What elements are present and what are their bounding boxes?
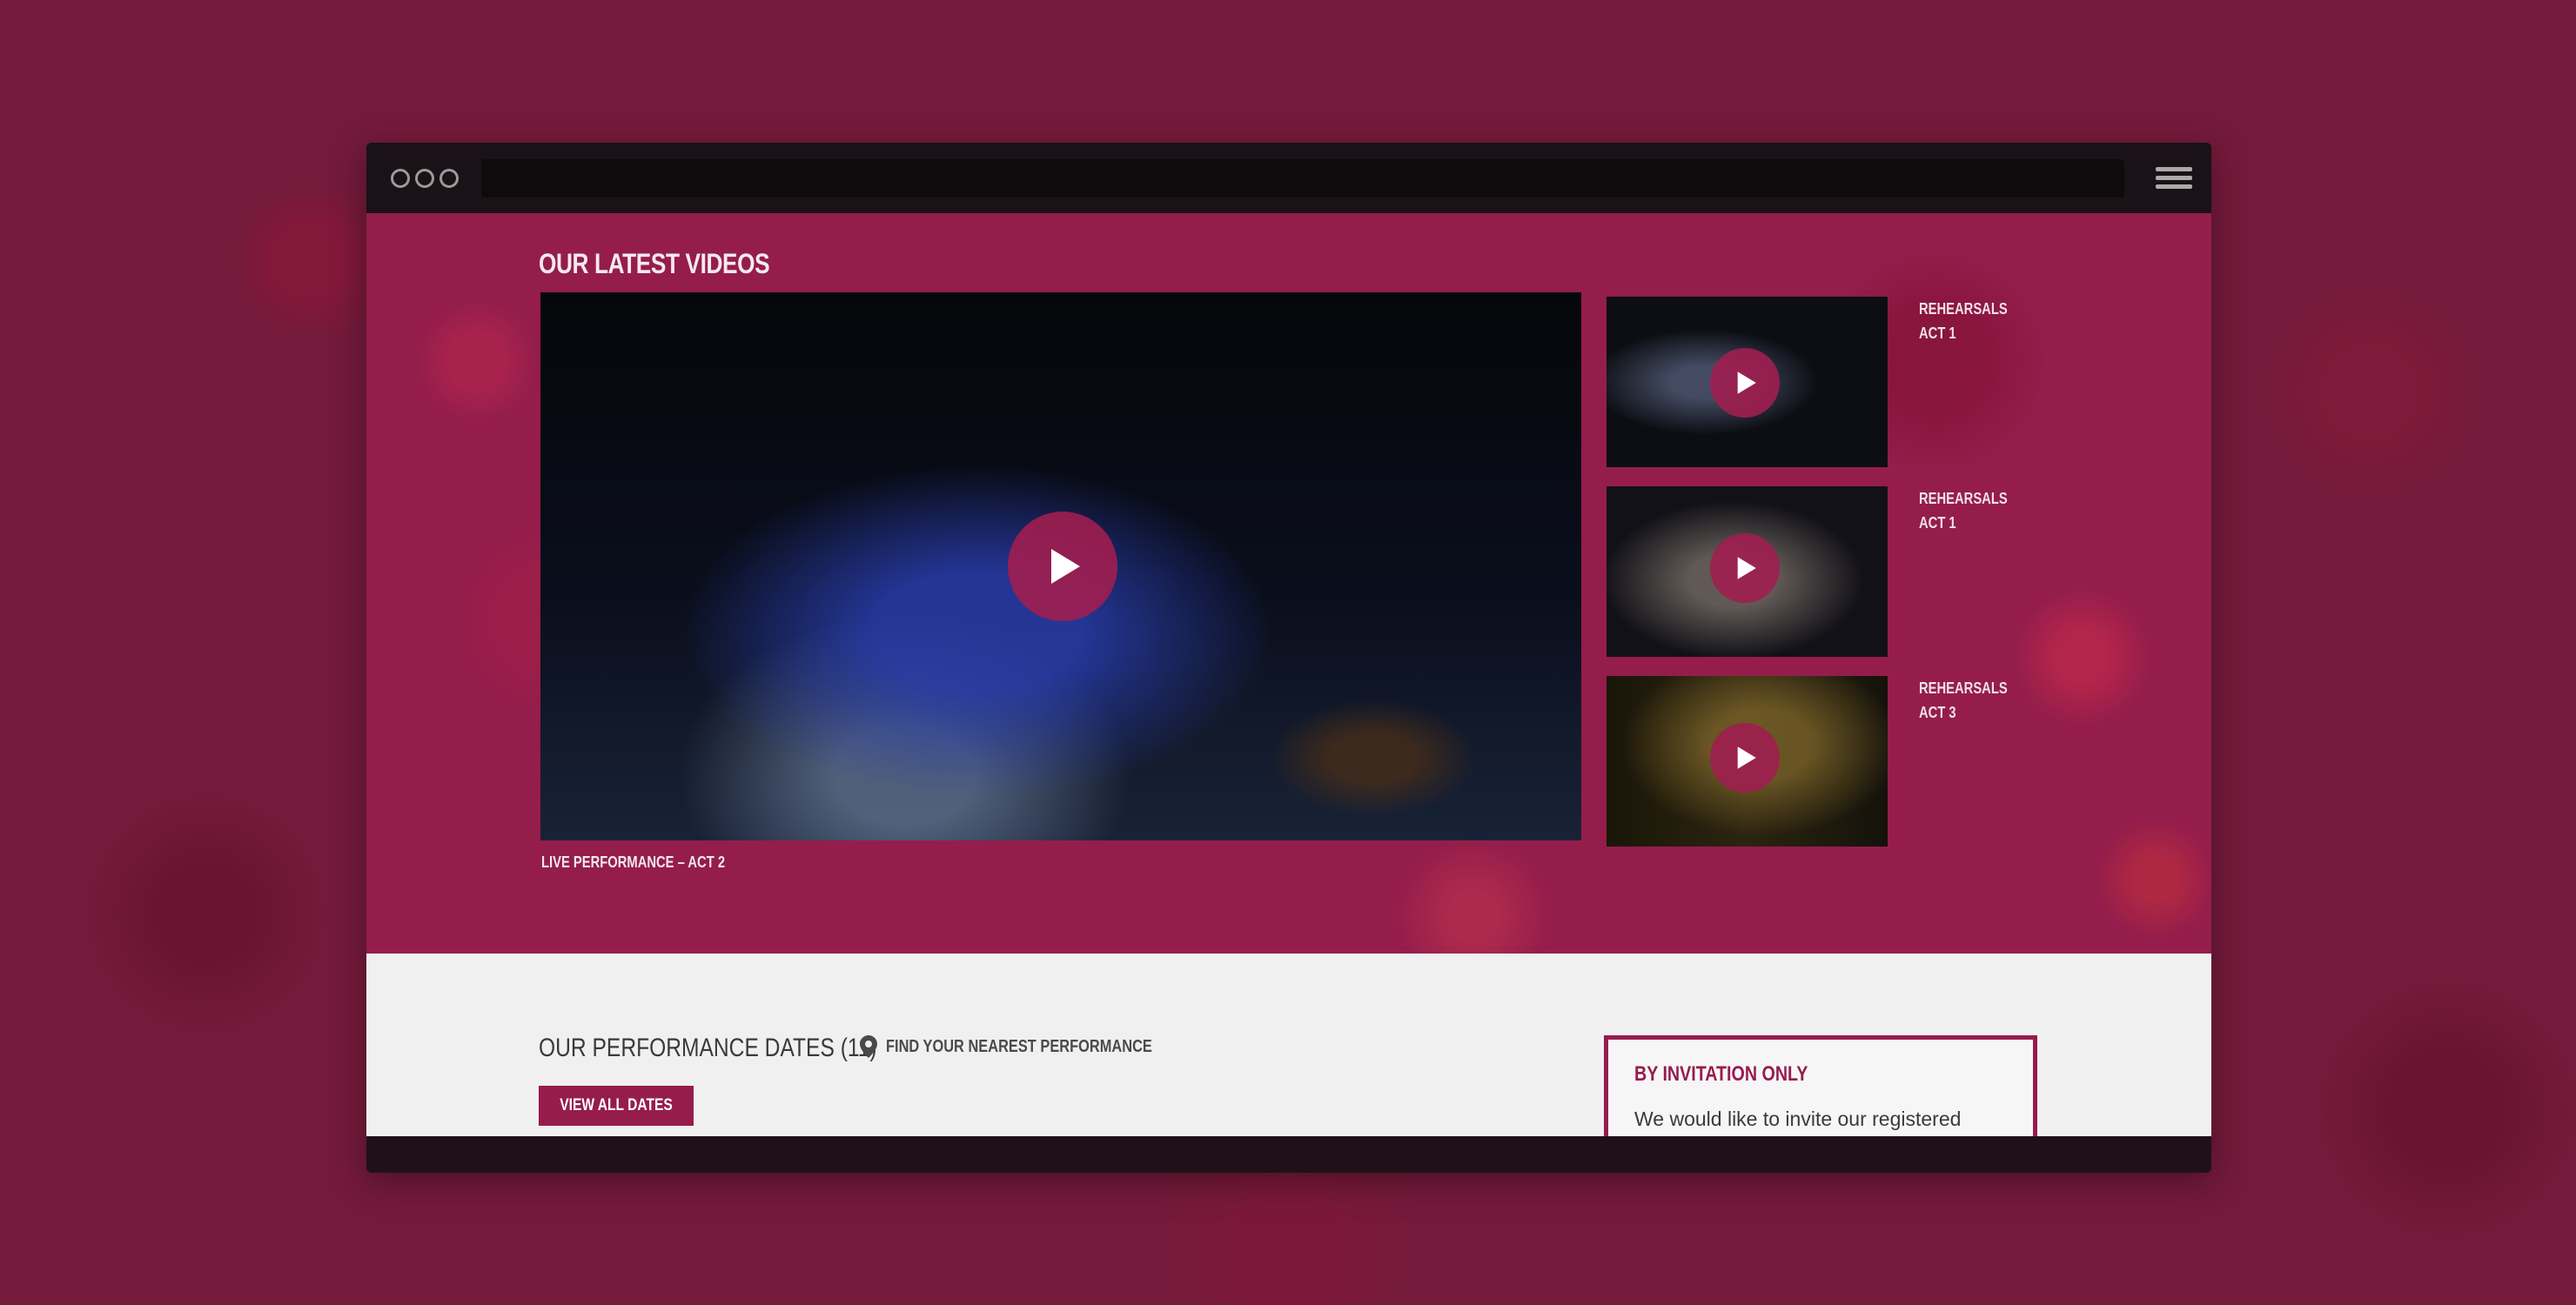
- view-all-dates-button[interactable]: VIEW ALL DATES: [539, 1086, 694, 1126]
- browser-bottom-bar: [366, 1136, 2211, 1173]
- address-bar[interactable]: [481, 159, 2124, 197]
- video-thumbnail-item[interactable]: REHEARSALS ACT 1: [1607, 297, 2042, 467]
- map-pin-icon: [860, 1035, 877, 1058]
- video-thumbnail-label[interactable]: REHEARSALS ACT 1: [1919, 297, 2019, 345]
- video-thumbnail-item[interactable]: REHEARSALS ACT 3: [1607, 676, 2042, 847]
- window-control-circle-icon[interactable]: [391, 169, 410, 188]
- play-icon[interactable]: [1710, 533, 1780, 603]
- window-controls: [391, 169, 459, 188]
- videos-section: OUR LATEST VIDEOS LIVE PERFORMANCE – ACT…: [366, 213, 2211, 954]
- main-video-player[interactable]: [540, 292, 1581, 840]
- browser-window: OUR LATEST VIDEOS LIVE PERFORMANCE – ACT…: [366, 143, 2211, 1173]
- video-thumbnail-item[interactable]: REHEARSALS ACT 1: [1607, 486, 2042, 657]
- performance-dates-section: OUR PERFORMANCE DATES (11) FIND YOUR NEA…: [366, 954, 2211, 1157]
- play-icon[interactable]: [1008, 512, 1117, 621]
- video-thumbnail-label[interactable]: REHEARSALS ACT 3: [1919, 676, 2019, 725]
- performance-dates-title: OUR PERFORMANCE DATES (11): [539, 1034, 877, 1062]
- video-thumbnail[interactable]: [1607, 676, 1888, 847]
- hamburger-icon[interactable]: [2156, 167, 2192, 193]
- find-nearest-performance-label[interactable]: FIND YOUR NEAREST PERFORMANCE: [886, 1037, 1152, 1057]
- invitation-title: BY INVITATION ONLY: [1634, 1062, 1808, 1086]
- play-icon[interactable]: [1710, 348, 1780, 418]
- video-thumbnail[interactable]: [1607, 486, 1888, 657]
- window-control-circle-icon[interactable]: [439, 169, 459, 188]
- window-control-circle-icon[interactable]: [415, 169, 434, 188]
- videos-section-title: OUR LATEST VIDEOS: [539, 248, 770, 279]
- main-video-caption[interactable]: LIVE PERFORMANCE – ACT 2: [541, 853, 725, 872]
- video-thumbnail[interactable]: [1607, 297, 1888, 467]
- browser-toolbar: [366, 143, 2211, 213]
- find-nearest-performance-link[interactable]: FIND YOUR NEAREST PERFORMANCE: [860, 1035, 1211, 1058]
- invitation-text: We would like to invite our registered: [1634, 1108, 1962, 1130]
- play-icon[interactable]: [1710, 723, 1780, 793]
- video-thumbnail-label[interactable]: REHEARSALS ACT 1: [1919, 486, 2019, 535]
